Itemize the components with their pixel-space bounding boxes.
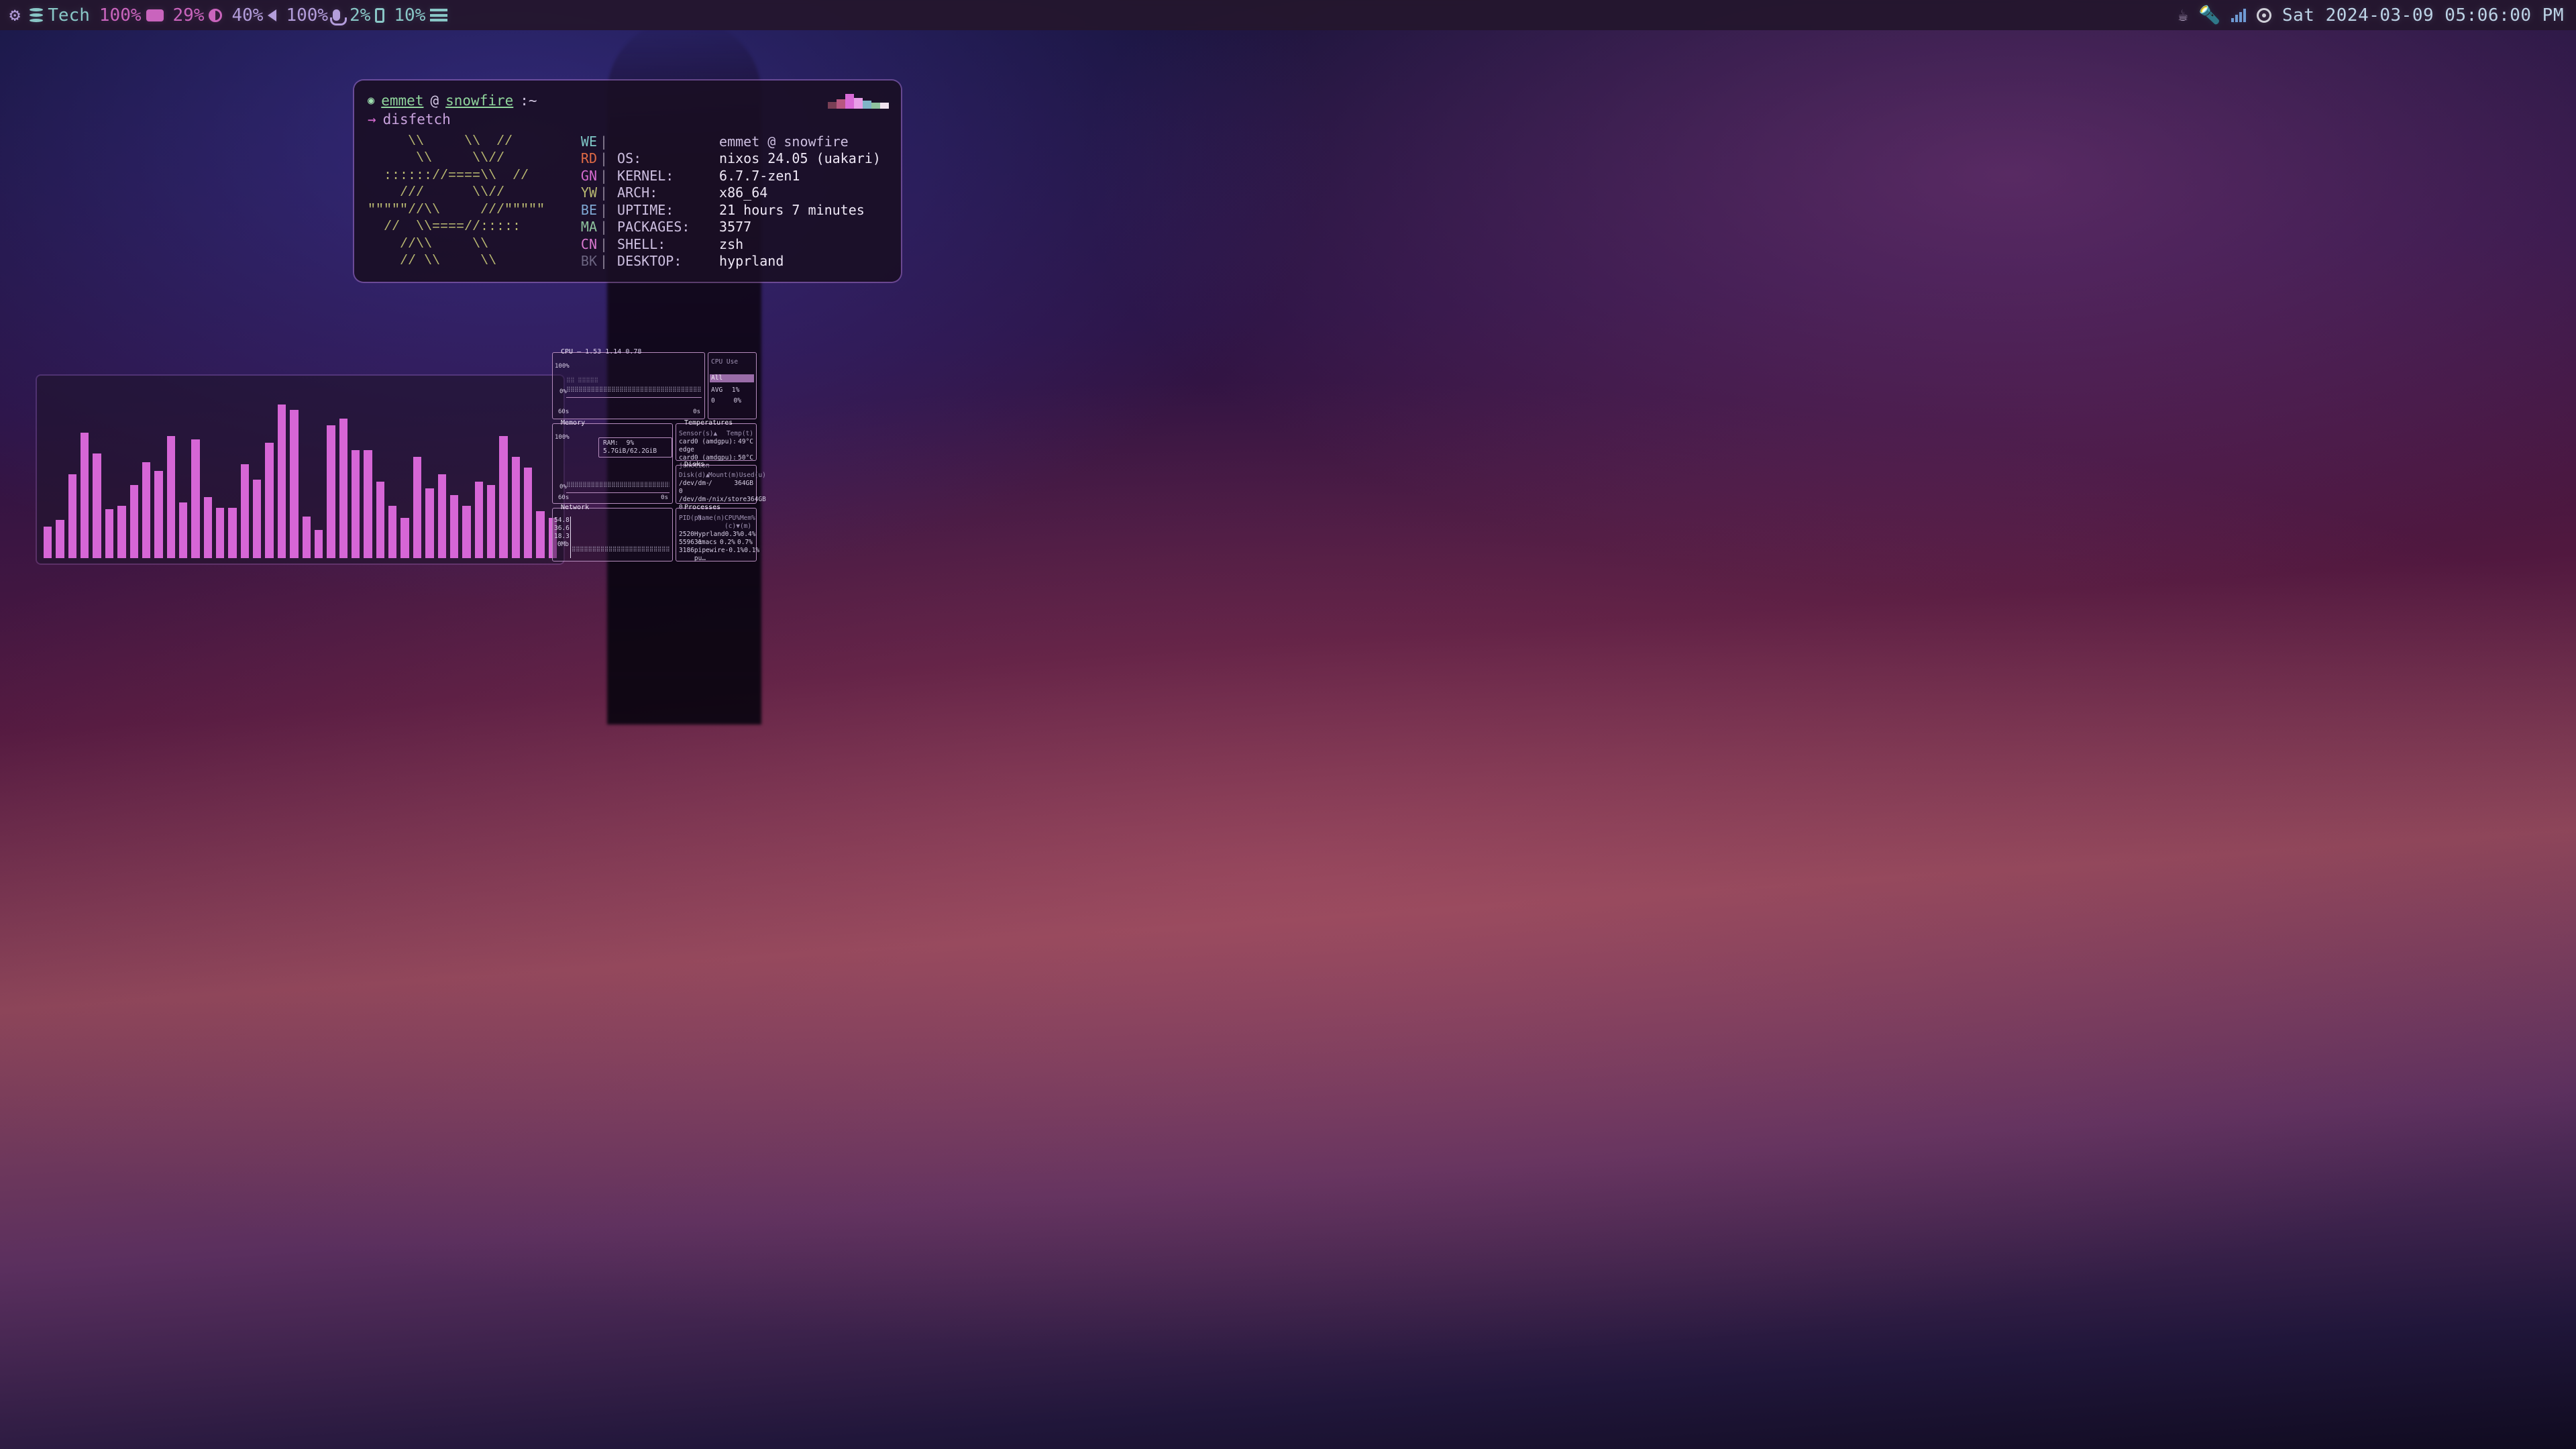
secondary-wallpaper bbox=[0, 0, 2576, 1449]
secondary-desktop-window[interactable]: ⚙ Tech 100% 29% 40% 100% 2% 10% ☕ 🔦 Sat … bbox=[0, 0, 2576, 1449]
